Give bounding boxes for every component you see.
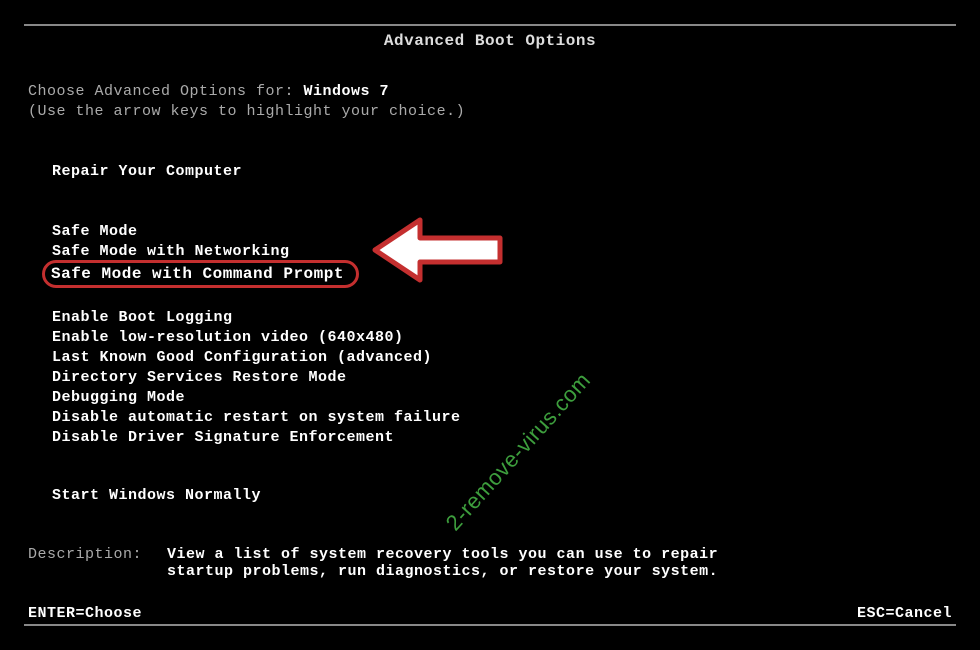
page-title: Advanced Boot Options — [24, 26, 956, 56]
description-label: Description: — [28, 546, 167, 580]
menu-low-res-video[interactable]: Enable low-resolution video (640x480) — [50, 328, 406, 348]
menu-safe-mode[interactable]: Safe Mode — [50, 222, 140, 242]
os-name: Windows 7 — [304, 83, 390, 100]
menu-debugging[interactable]: Debugging Mode — [50, 388, 187, 408]
menu-start-normally[interactable]: Start Windows Normally — [50, 486, 263, 506]
description-line-2: startup problems, run diagnostics, or re… — [167, 563, 718, 580]
menu-ds-restore[interactable]: Directory Services Restore Mode — [50, 368, 349, 388]
menu-repair[interactable]: Repair Your Computer — [50, 162, 244, 182]
menu-safe-mode-cmd-selected[interactable]: Safe Mode with Command Prompt — [42, 260, 359, 288]
menu-disable-auto-restart[interactable]: Disable automatic restart on system fail… — [50, 408, 463, 428]
footer-esc: ESC=Cancel — [857, 605, 952, 622]
footer-enter: ENTER=Choose — [28, 605, 142, 622]
footer-bar: ENTER=Choose ESC=Cancel — [28, 605, 952, 622]
description-text: View a list of system recovery tools you… — [167, 546, 718, 580]
hint-line: (Use the arrow keys to highlight your ch… — [28, 102, 952, 122]
boot-options-frame: Advanced Boot Options Choose Advanced Op… — [24, 24, 956, 626]
menu-boot-logging[interactable]: Enable Boot Logging — [50, 308, 235, 328]
choose-line: Choose Advanced Options for: Windows 7 — [28, 82, 952, 102]
description-line-1: View a list of system recovery tools you… — [167, 546, 718, 563]
content-area: Choose Advanced Options for: Windows 7 (… — [24, 56, 956, 580]
choose-prefix: Choose Advanced Options for: — [28, 83, 304, 100]
menu-disable-driver-sig[interactable]: Disable Driver Signature Enforcement — [50, 428, 396, 448]
menu-last-known-good[interactable]: Last Known Good Configuration (advanced) — [50, 348, 434, 368]
description-block: Description: View a list of system recov… — [28, 546, 952, 580]
menu-safe-mode-networking[interactable]: Safe Mode with Networking — [50, 242, 292, 262]
